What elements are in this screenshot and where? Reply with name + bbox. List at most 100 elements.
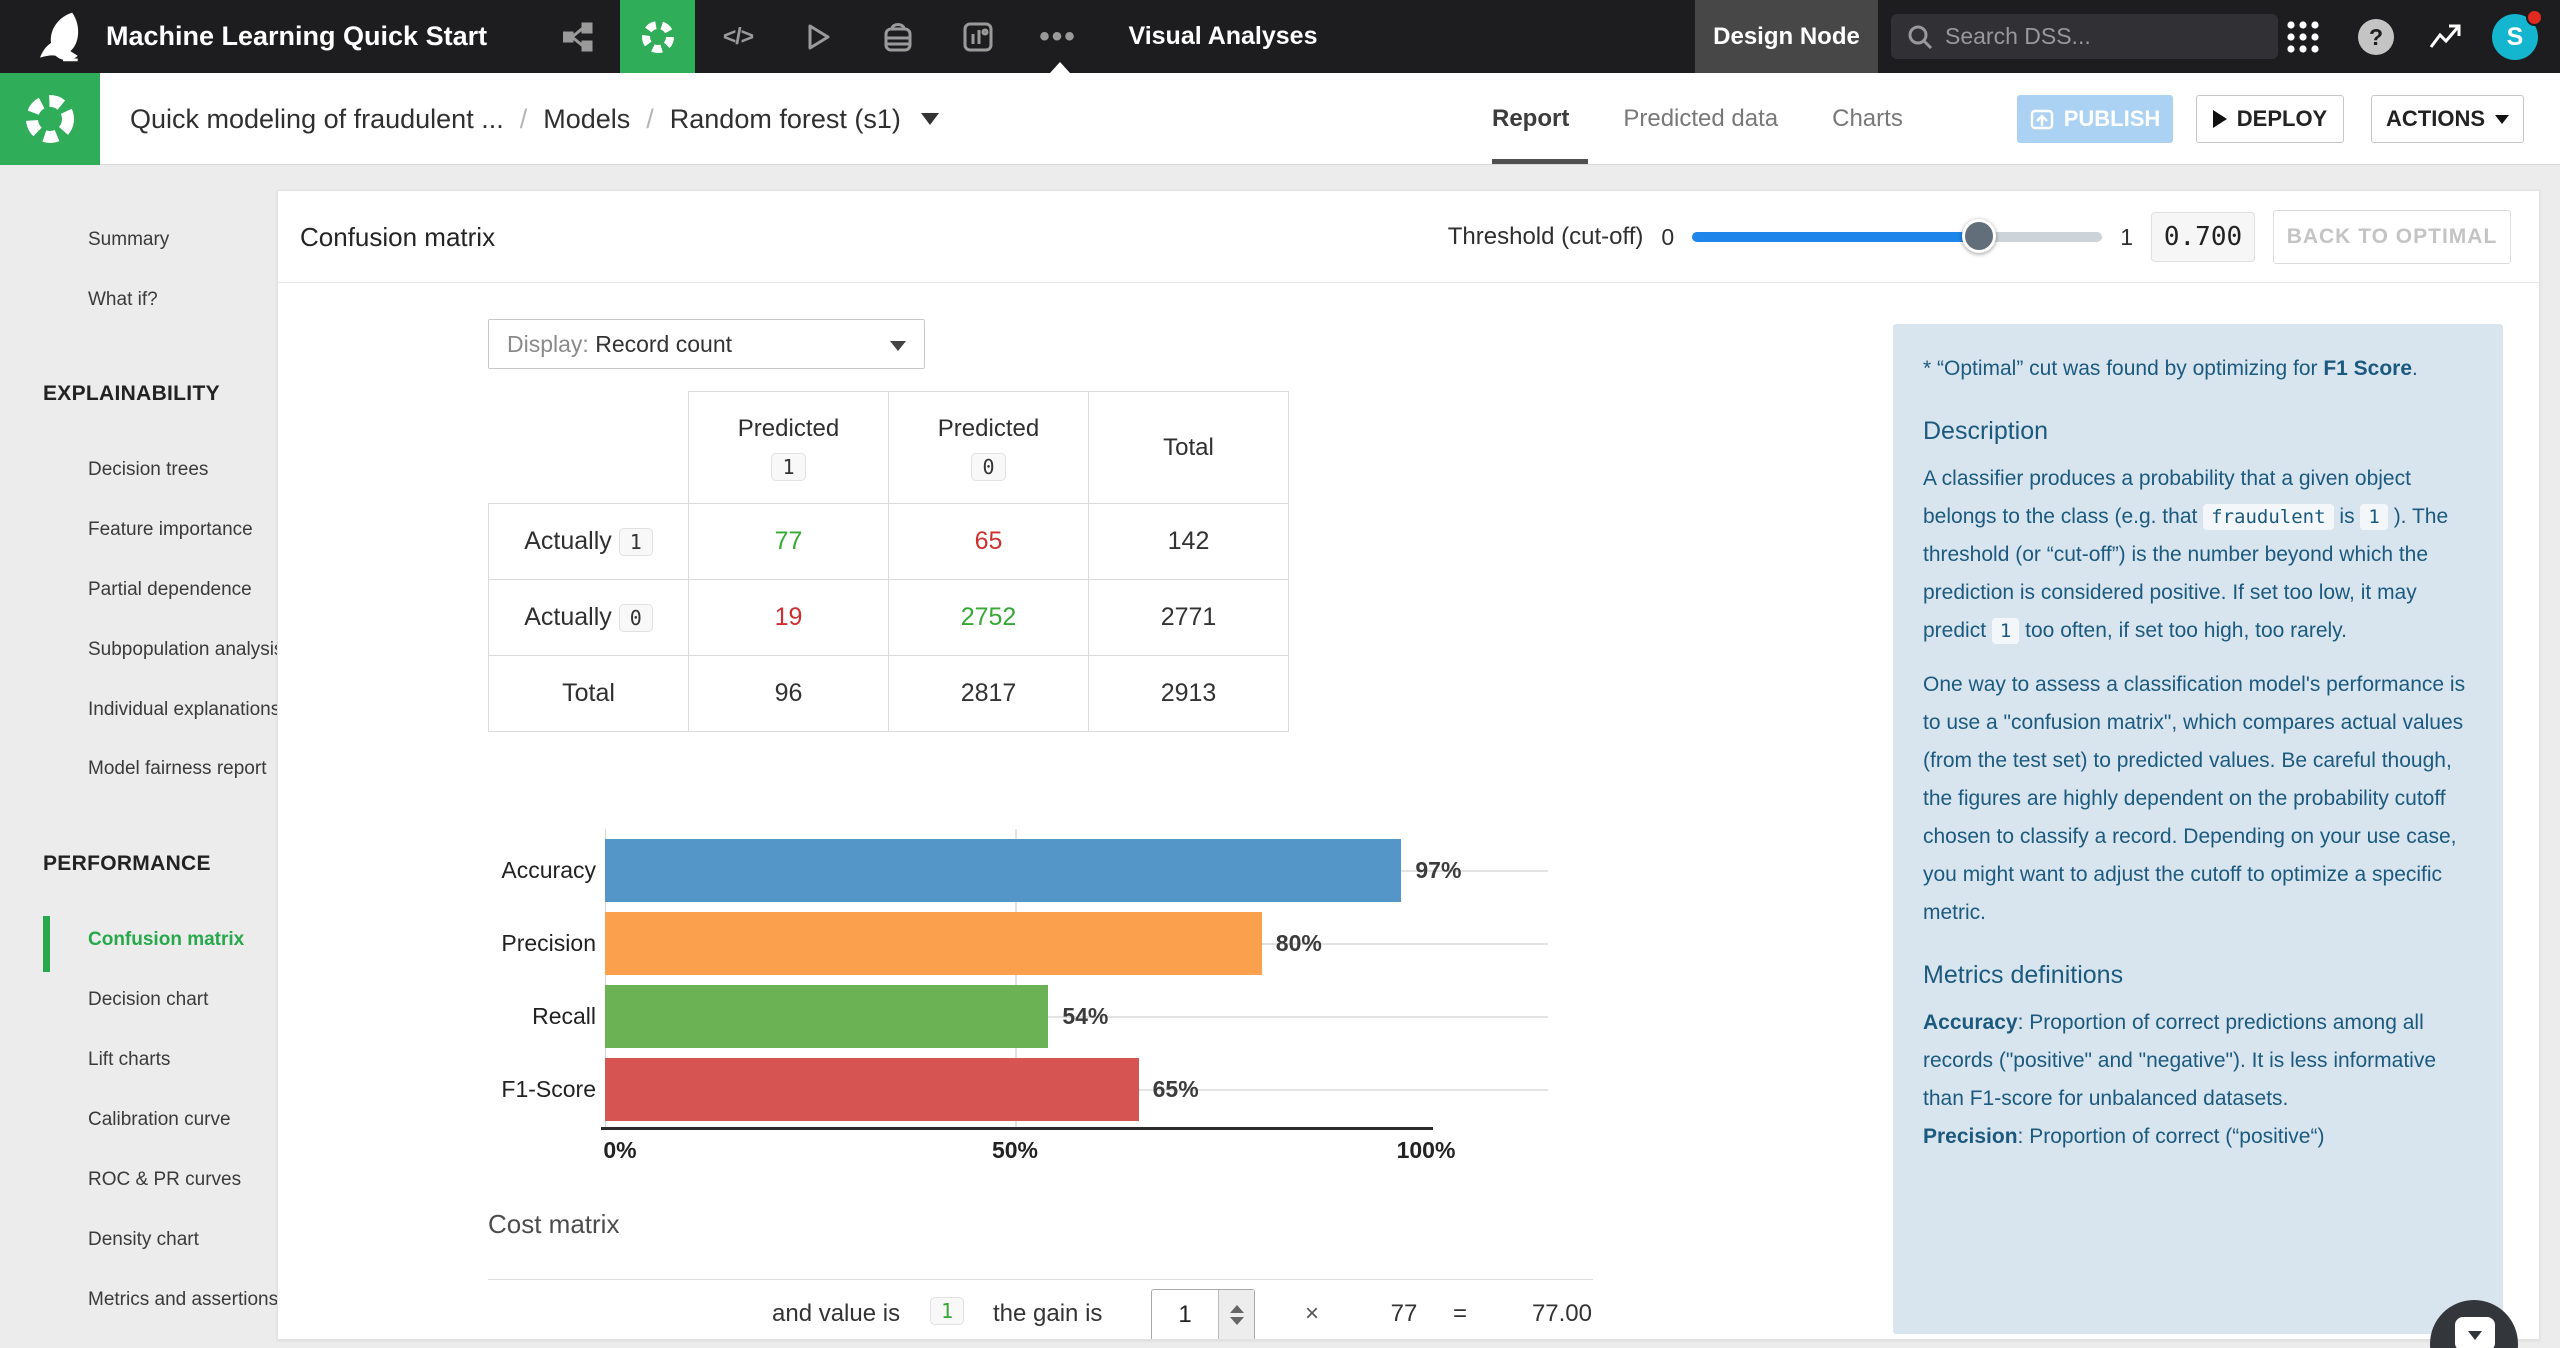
tab-report[interactable]: Report	[1492, 105, 1569, 133]
dataiku-bird-logo[interactable]	[34, 9, 92, 64]
x-tick-100: 100%	[1396, 1137, 1456, 1163]
table-row-actually-0: Actually 0 19 2752 2771	[488, 579, 1289, 656]
dashboard-icon[interactable]	[956, 0, 1000, 73]
gain-value[interactable]: 1	[1152, 1290, 1218, 1339]
help-icon[interactable]: ?	[2358, 19, 2394, 55]
design-node-button[interactable]: Design Node	[1695, 0, 1878, 73]
dss-screen: Machine Learning Quick Start </> ••• Vis…	[0, 0, 2560, 1348]
deploy-button[interactable]: DEPLOY	[2196, 95, 2344, 143]
chevron-up-icon[interactable]	[1229, 1305, 1244, 1313]
accuracy-bar[interactable]	[605, 839, 1402, 902]
lab-icon	[641, 20, 674, 53]
precision-bar[interactable]	[605, 912, 1262, 975]
sidebar-item-summary[interactable]: Summary	[88, 229, 169, 251]
code-one: 1	[2360, 504, 2388, 530]
sidebar-item-partial-dependence[interactable]: Partial dependence	[88, 579, 252, 601]
cost-matrix-divider	[488, 1279, 1593, 1280]
tab-charts[interactable]: Charts	[1832, 105, 1903, 133]
true-positive-count: 77	[688, 503, 889, 580]
model-dropdown-caret[interactable]	[920, 113, 939, 125]
chevron-down-icon[interactable]	[1229, 1317, 1244, 1325]
chevron-down-icon	[890, 341, 906, 351]
publish-button[interactable]: PUBLISH	[2017, 95, 2173, 143]
predicted-negative-total: 2817	[888, 655, 1089, 732]
sidebar-item-density-chart[interactable]: Density chart	[88, 1229, 199, 1251]
cost-the-gain-is: the gain is	[993, 1300, 1103, 1327]
accuracy-value: 97%	[1415, 857, 1462, 883]
breadcrumb-models[interactable]: Models	[543, 104, 630, 135]
sidebar-item-roc-pr-curves[interactable]: ROC & PR curves	[88, 1169, 241, 1191]
bar-label-accuracy: Accuracy	[501, 857, 596, 883]
sidebar-item-metrics-assertions[interactable]: Metrics and assertions	[88, 1289, 278, 1311]
sidebar-item-decision-chart[interactable]: Decision chart	[88, 989, 208, 1011]
threshold-control: Threshold (cut-off) 0 1 0.700 BACK TO OP…	[1448, 191, 2511, 283]
col-header-predicted-1: Predicted 1	[688, 391, 889, 504]
global-search[interactable]: Search DSS...	[1891, 14, 2278, 59]
activity-icon[interactable]	[2428, 21, 2462, 53]
display-mode-select[interactable]: Display: Record count	[488, 319, 925, 369]
threshold-slider[interactable]	[1692, 219, 2103, 255]
model-tabs: Report Predicted data Charts	[1492, 73, 1903, 165]
flow-icon[interactable]	[556, 0, 600, 73]
cost-equals-sign: =	[1453, 1300, 1468, 1327]
back-to-optimal-button[interactable]: BACK TO OPTIMAL	[2273, 210, 2511, 264]
project-title[interactable]: Machine Learning Quick Start	[106, 0, 487, 73]
threshold-slider-fill	[1692, 232, 1980, 242]
false-positive-count: 19	[688, 579, 889, 656]
slider-handle[interactable]	[1962, 219, 1997, 253]
apps-grid-icon[interactable]	[2285, 19, 2321, 55]
threshold-value[interactable]: 0.700	[2151, 212, 2255, 262]
help-panel: * “Optimal” cut was found by optimizing …	[1893, 324, 2503, 1334]
actual-negative-total: 2771	[1088, 579, 1289, 656]
sidebar-section-explainability: EXPLAINABILITY	[43, 382, 220, 405]
cost-if-model-predicts: If model predicts	[513, 1327, 689, 1339]
stepper-arrows[interactable]	[1218, 1290, 1254, 1339]
sidebar-item-model-fairness-report[interactable]: Model fairness report	[88, 758, 266, 780]
lab-tab-active[interactable]	[620, 0, 695, 73]
tab-predicted-data[interactable]: Predicted data	[1623, 105, 1778, 133]
publish-icon	[2030, 109, 2053, 130]
gain-stepper[interactable]: 1	[1151, 1289, 1255, 1339]
search-icon	[1908, 25, 1933, 49]
bar-label-precision: Precision	[501, 930, 596, 956]
sidebar-item-individual-explanations[interactable]: Individual explanations	[88, 699, 280, 721]
actions-button[interactable]: ACTIONS	[2371, 95, 2524, 143]
threshold-min: 0	[1661, 223, 1675, 250]
corner-cell	[489, 392, 689, 504]
sidebar-item-subpopulation-analysis[interactable]: Subpopulation analysis	[88, 639, 283, 661]
play-icon[interactable]	[796, 0, 840, 73]
sidebar-item-feature-importance[interactable]: Feature importance	[88, 519, 253, 541]
catalog-icon[interactable]	[876, 0, 920, 73]
code-one: 1	[1991, 618, 2020, 644]
cost-times-sign: ×	[1305, 1300, 1320, 1327]
breadcrumb-analysis[interactable]: Quick modeling of fraudulent ...	[130, 104, 504, 135]
col-header-predicted-0: Predicted 0	[888, 391, 1089, 504]
chevron-down-icon	[2495, 114, 2509, 124]
panel-header: Confusion matrix Threshold (cut-off) 0 1…	[278, 191, 2539, 283]
f1-bar[interactable]	[605, 1058, 1139, 1121]
threshold-max: 1	[2120, 223, 2133, 250]
breadcrumb-model[interactable]: Random forest (s1)	[670, 104, 901, 135]
sidebar-item-decision-trees[interactable]: Decision trees	[88, 459, 208, 481]
predicted-positive-total: 96	[688, 655, 889, 732]
threshold-label: Threshold (cut-off)	[1447, 223, 1644, 250]
table-row-actually-1: Actually 1 77 65 142	[488, 503, 1289, 580]
recall-value: 54%	[1062, 1003, 1109, 1029]
sidebar-item-confusion-matrix[interactable]: Confusion matrix	[88, 929, 244, 951]
active-tab-underline	[1492, 159, 1588, 164]
search-placeholder: Search DSS...	[1945, 23, 2091, 49]
breadcrumb: Quick modeling of fraudulent ... / Model…	[130, 73, 939, 165]
visual-analysis-badge[interactable]	[0, 73, 100, 165]
sidebar-item-lift-charts[interactable]: Lift charts	[88, 1049, 170, 1071]
sidebar-item-what-if[interactable]: What if?	[88, 289, 158, 311]
recall-bar[interactable]	[605, 985, 1049, 1048]
cost-and-value-is: and value is	[772, 1300, 901, 1327]
sidebar-item-calibration-curve[interactable]: Calibration curve	[88, 1109, 231, 1131]
true-negative-count: 2752	[888, 579, 1089, 656]
active-item-bar	[43, 916, 50, 972]
table-row-total: Total 96 2817 2913	[488, 655, 1289, 732]
confusion-matrix-panel: Confusion matrix Threshold (cut-off) 0 1…	[277, 190, 2540, 1340]
code-icon[interactable]: </>	[716, 0, 760, 73]
chat-icon	[2455, 1317, 2495, 1348]
deploy-icon	[2212, 110, 2227, 128]
